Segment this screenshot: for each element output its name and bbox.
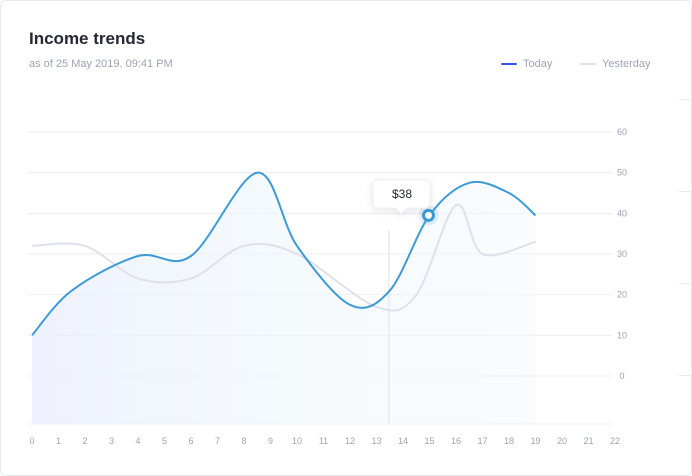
- y-tick-label: 10: [617, 330, 627, 340]
- x-tick-label: 21: [583, 436, 593, 446]
- x-tick-label: 9: [268, 436, 273, 446]
- tooltip-value: $38: [392, 187, 412, 201]
- x-tick-label: 12: [345, 436, 355, 446]
- x-tick-label: 8: [241, 436, 246, 446]
- today-area-fill: [32, 172, 536, 424]
- y-tick-label: 20: [617, 290, 627, 300]
- x-tick-label: 16: [451, 436, 461, 446]
- x-tick-label: 15: [424, 436, 434, 446]
- y-tick-label: 40: [617, 208, 627, 218]
- y-tick-label: 30: [617, 249, 627, 259]
- x-tick-label: 14: [398, 436, 408, 446]
- x-tick-label: 0: [29, 436, 34, 446]
- x-tick-label: 7: [215, 436, 220, 446]
- x-tick-label: 11: [319, 436, 328, 446]
- x-tick-label: 18: [504, 436, 514, 446]
- x-tick-label: 2: [82, 436, 87, 446]
- x-tick-label: 20: [557, 436, 567, 446]
- x-tick-label: 13: [371, 436, 381, 446]
- hover-point: [422, 208, 435, 222]
- x-tick-label: 10: [292, 436, 302, 446]
- x-tick-label: 19: [530, 436, 540, 446]
- y-tick-label: 50: [617, 168, 627, 178]
- x-tick-label: 22: [610, 436, 620, 446]
- y-tick-label: 60: [617, 127, 627, 137]
- x-tick-label: 5: [162, 436, 167, 446]
- x-tick-label: 3: [109, 436, 114, 446]
- x-tick-label: 17: [477, 436, 487, 446]
- x-tick-label: 1: [56, 436, 61, 446]
- y-tick-label: 0: [619, 371, 624, 381]
- income-line-chart[interactable]: 01020304050600 1 2 3 4 5 6 7 8 9 10 11 12 13 14 15 16 17 1…: [0, 0, 692, 476]
- x-tick-label: 6: [188, 436, 193, 446]
- x-tick-label: 4: [135, 436, 140, 446]
